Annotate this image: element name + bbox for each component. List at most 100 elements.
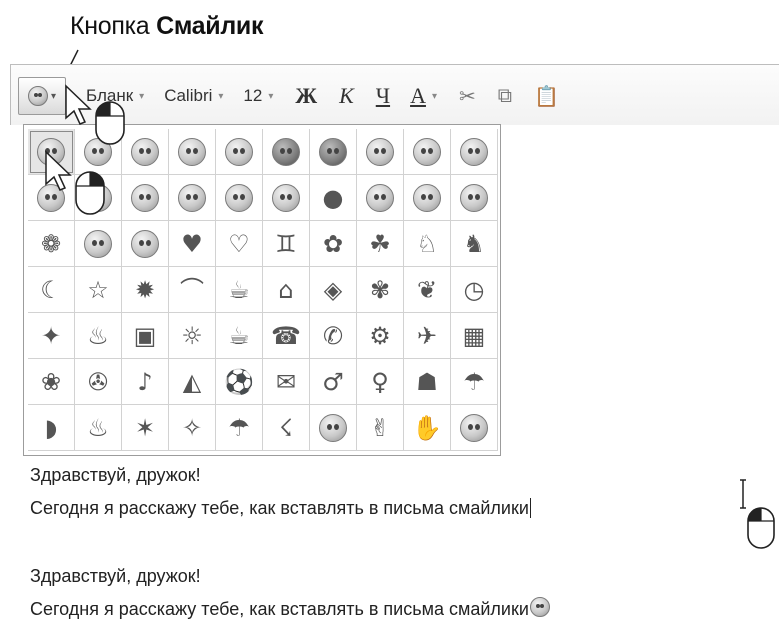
emoticon-rabbit[interactable]: ❀	[28, 359, 75, 405]
broken-heart-icon: ♡	[228, 229, 250, 258]
emoticon-angry[interactable]	[310, 129, 357, 175]
emoticon-lightning[interactable]: ☇	[263, 405, 310, 451]
emoticon-island[interactable]: ☗	[404, 359, 451, 405]
emoticon-cat[interactable]: ✿	[310, 221, 357, 267]
italic-button[interactable]: К	[339, 83, 354, 109]
inserted-smiley-icon	[529, 597, 550, 622]
emoticon-angel[interactable]	[122, 221, 169, 267]
emoticon-boy[interactable]: ♂	[310, 359, 357, 405]
emoticon-fingers-crossed[interactable]: ✌	[357, 405, 404, 451]
emoticon-computer[interactable]: ▦	[451, 313, 498, 359]
emoticon-camera[interactable]: ▣	[122, 313, 169, 359]
emoticon-party[interactable]: ●	[310, 175, 357, 221]
font-dropdown[interactable]: Calibri ▾	[164, 86, 223, 106]
emoticon-heart[interactable]: ♥	[169, 221, 216, 267]
huh-icon	[366, 183, 394, 212]
emoticon-wink[interactable]	[75, 129, 122, 175]
emoticon-baby[interactable]: ❁	[28, 221, 75, 267]
copy-icon[interactable]: ⧉	[498, 85, 512, 108]
emoticon-presents[interactable]: ✦	[28, 313, 75, 359]
bold-button[interactable]: Ж	[295, 83, 317, 109]
editor-before-line2-text: Сегодня я расскажу тебе, как вставлять в…	[30, 498, 529, 518]
emoticon-dog[interactable]: ☘	[357, 221, 404, 267]
emoticon-sad[interactable]	[404, 129, 451, 175]
emoticon-bird[interactable]: ♨	[75, 405, 122, 451]
emoticon-pizza[interactable]: ◭	[169, 359, 216, 405]
emoticon-clock[interactable]: ◷	[451, 267, 498, 313]
emoticon-music-note[interactable]: ♪	[122, 359, 169, 405]
emoticon-broken-heart[interactable]: ♡	[216, 221, 263, 267]
pizza-icon: ◭	[182, 367, 202, 396]
editor-toolbar: ▾ Бланк ▾ Calibri ▾ 12 ▾ Ж К Ч А ▾ ✂ ⧉ 📋	[18, 76, 559, 116]
smiley-icon	[27, 86, 48, 106]
emoticon-smile[interactable]	[28, 129, 75, 175]
emoticon-nerd[interactable]	[216, 175, 263, 221]
emoticon-grin[interactable]	[122, 175, 169, 221]
angel-icon	[131, 229, 159, 258]
emoticon-kiss[interactable]	[28, 175, 75, 221]
emoticon-umbrella[interactable]: ☂	[451, 359, 498, 405]
emoticon-foot[interactable]: ◗	[28, 405, 75, 451]
emoticon-confused[interactable]	[75, 175, 122, 221]
emoticon-soccer-ball[interactable]: ⚽	[216, 359, 263, 405]
emoticon-huh[interactable]	[357, 175, 404, 221]
emoticon-mail[interactable]: ✉	[263, 359, 310, 405]
emoticon-shocked[interactable]	[169, 175, 216, 221]
cut-icon[interactable]: ✂	[459, 84, 476, 109]
emoticon-bulb[interactable]: ☼	[169, 313, 216, 359]
paste-icon[interactable]: 📋	[534, 84, 559, 109]
emoticon-cool[interactable]	[263, 129, 310, 175]
emoticon-rain[interactable]: ☂	[216, 405, 263, 451]
emoticon-film[interactable]: ✇	[75, 359, 122, 405]
emoticon-plane[interactable]: ✈	[404, 313, 451, 359]
devil-icon	[84, 229, 112, 258]
emoticon-cake[interactable]: ♨	[75, 313, 122, 359]
emoticon-sealed-lips[interactable]	[451, 175, 498, 221]
girl-icon: ♀	[371, 367, 389, 396]
font-color-label: А	[410, 83, 426, 108]
emoticon-top[interactable]: ✧	[169, 405, 216, 451]
emoticon-thinking[interactable]	[263, 175, 310, 221]
emoticon-devil[interactable]	[75, 221, 122, 267]
emoticon-sleepy[interactable]	[451, 405, 498, 451]
emoticon-girl[interactable]: ♀	[357, 359, 404, 405]
smiley-button[interactable]: ▾	[18, 77, 66, 115]
lightning-icon: ☇	[279, 413, 293, 442]
emoticon-snail[interactable]: ♘	[404, 221, 451, 267]
emoticon-happy[interactable]	[122, 129, 169, 175]
emoticon-moon[interactable]: ☾	[28, 267, 75, 313]
editor-before-line2[interactable]: Сегодня я расскажу тебе, как вставлять в…	[30, 498, 531, 519]
style-dropdown[interactable]: Бланк ▾	[86, 86, 144, 106]
emoticon-wilted-rose[interactable]: ❦	[404, 267, 451, 313]
caption-prefix: Кнопка	[70, 12, 150, 40]
emoticon-lips[interactable]: ◈	[310, 267, 357, 313]
cake-icon: ♨	[87, 321, 109, 350]
underline-button[interactable]: Ч	[376, 83, 390, 109]
emoticon-sheep[interactable]: ♞	[451, 221, 498, 267]
umbrella-icon: ☂	[463, 367, 485, 396]
emoticon-coffee-couple[interactable]: ☕	[216, 267, 263, 313]
rain-icon: ☂	[228, 413, 250, 442]
emoticon-car[interactable]: ⚙	[357, 313, 404, 359]
emoticon-rainbow[interactable]: ⌒	[169, 267, 216, 313]
emoticon-crying[interactable]	[451, 129, 498, 175]
font-color-dropdown[interactable]: А ▾	[410, 83, 437, 109]
foot-icon: ◗	[44, 413, 58, 442]
emoticon-surprised[interactable]	[169, 129, 216, 175]
emoticon-people[interactable]: ♊	[263, 221, 310, 267]
confused-icon	[84, 183, 112, 212]
emoticon-sick[interactable]	[310, 405, 357, 451]
size-dropdown[interactable]: 12 ▾	[243, 86, 273, 106]
emoticon-rose[interactable]: ✾	[357, 267, 404, 313]
emoticon-tongue[interactable]	[216, 129, 263, 175]
emoticon-sun[interactable]: ✹	[122, 267, 169, 313]
emoticon-gift-box[interactable]: ⌂	[263, 267, 310, 313]
emoticon-coffee[interactable]: ☕	[216, 313, 263, 359]
emoticon-bat[interactable]: ✶	[122, 405, 169, 451]
emoticon-star[interactable]: ☆	[75, 267, 122, 313]
emoticon-mobile[interactable]: ✆	[310, 313, 357, 359]
emoticon-embarrassed[interactable]	[357, 129, 404, 175]
emoticon-hands[interactable]: ✋	[404, 405, 451, 451]
emoticon-sarcastic[interactable]	[404, 175, 451, 221]
emoticon-phone[interactable]: ☎	[263, 313, 310, 359]
